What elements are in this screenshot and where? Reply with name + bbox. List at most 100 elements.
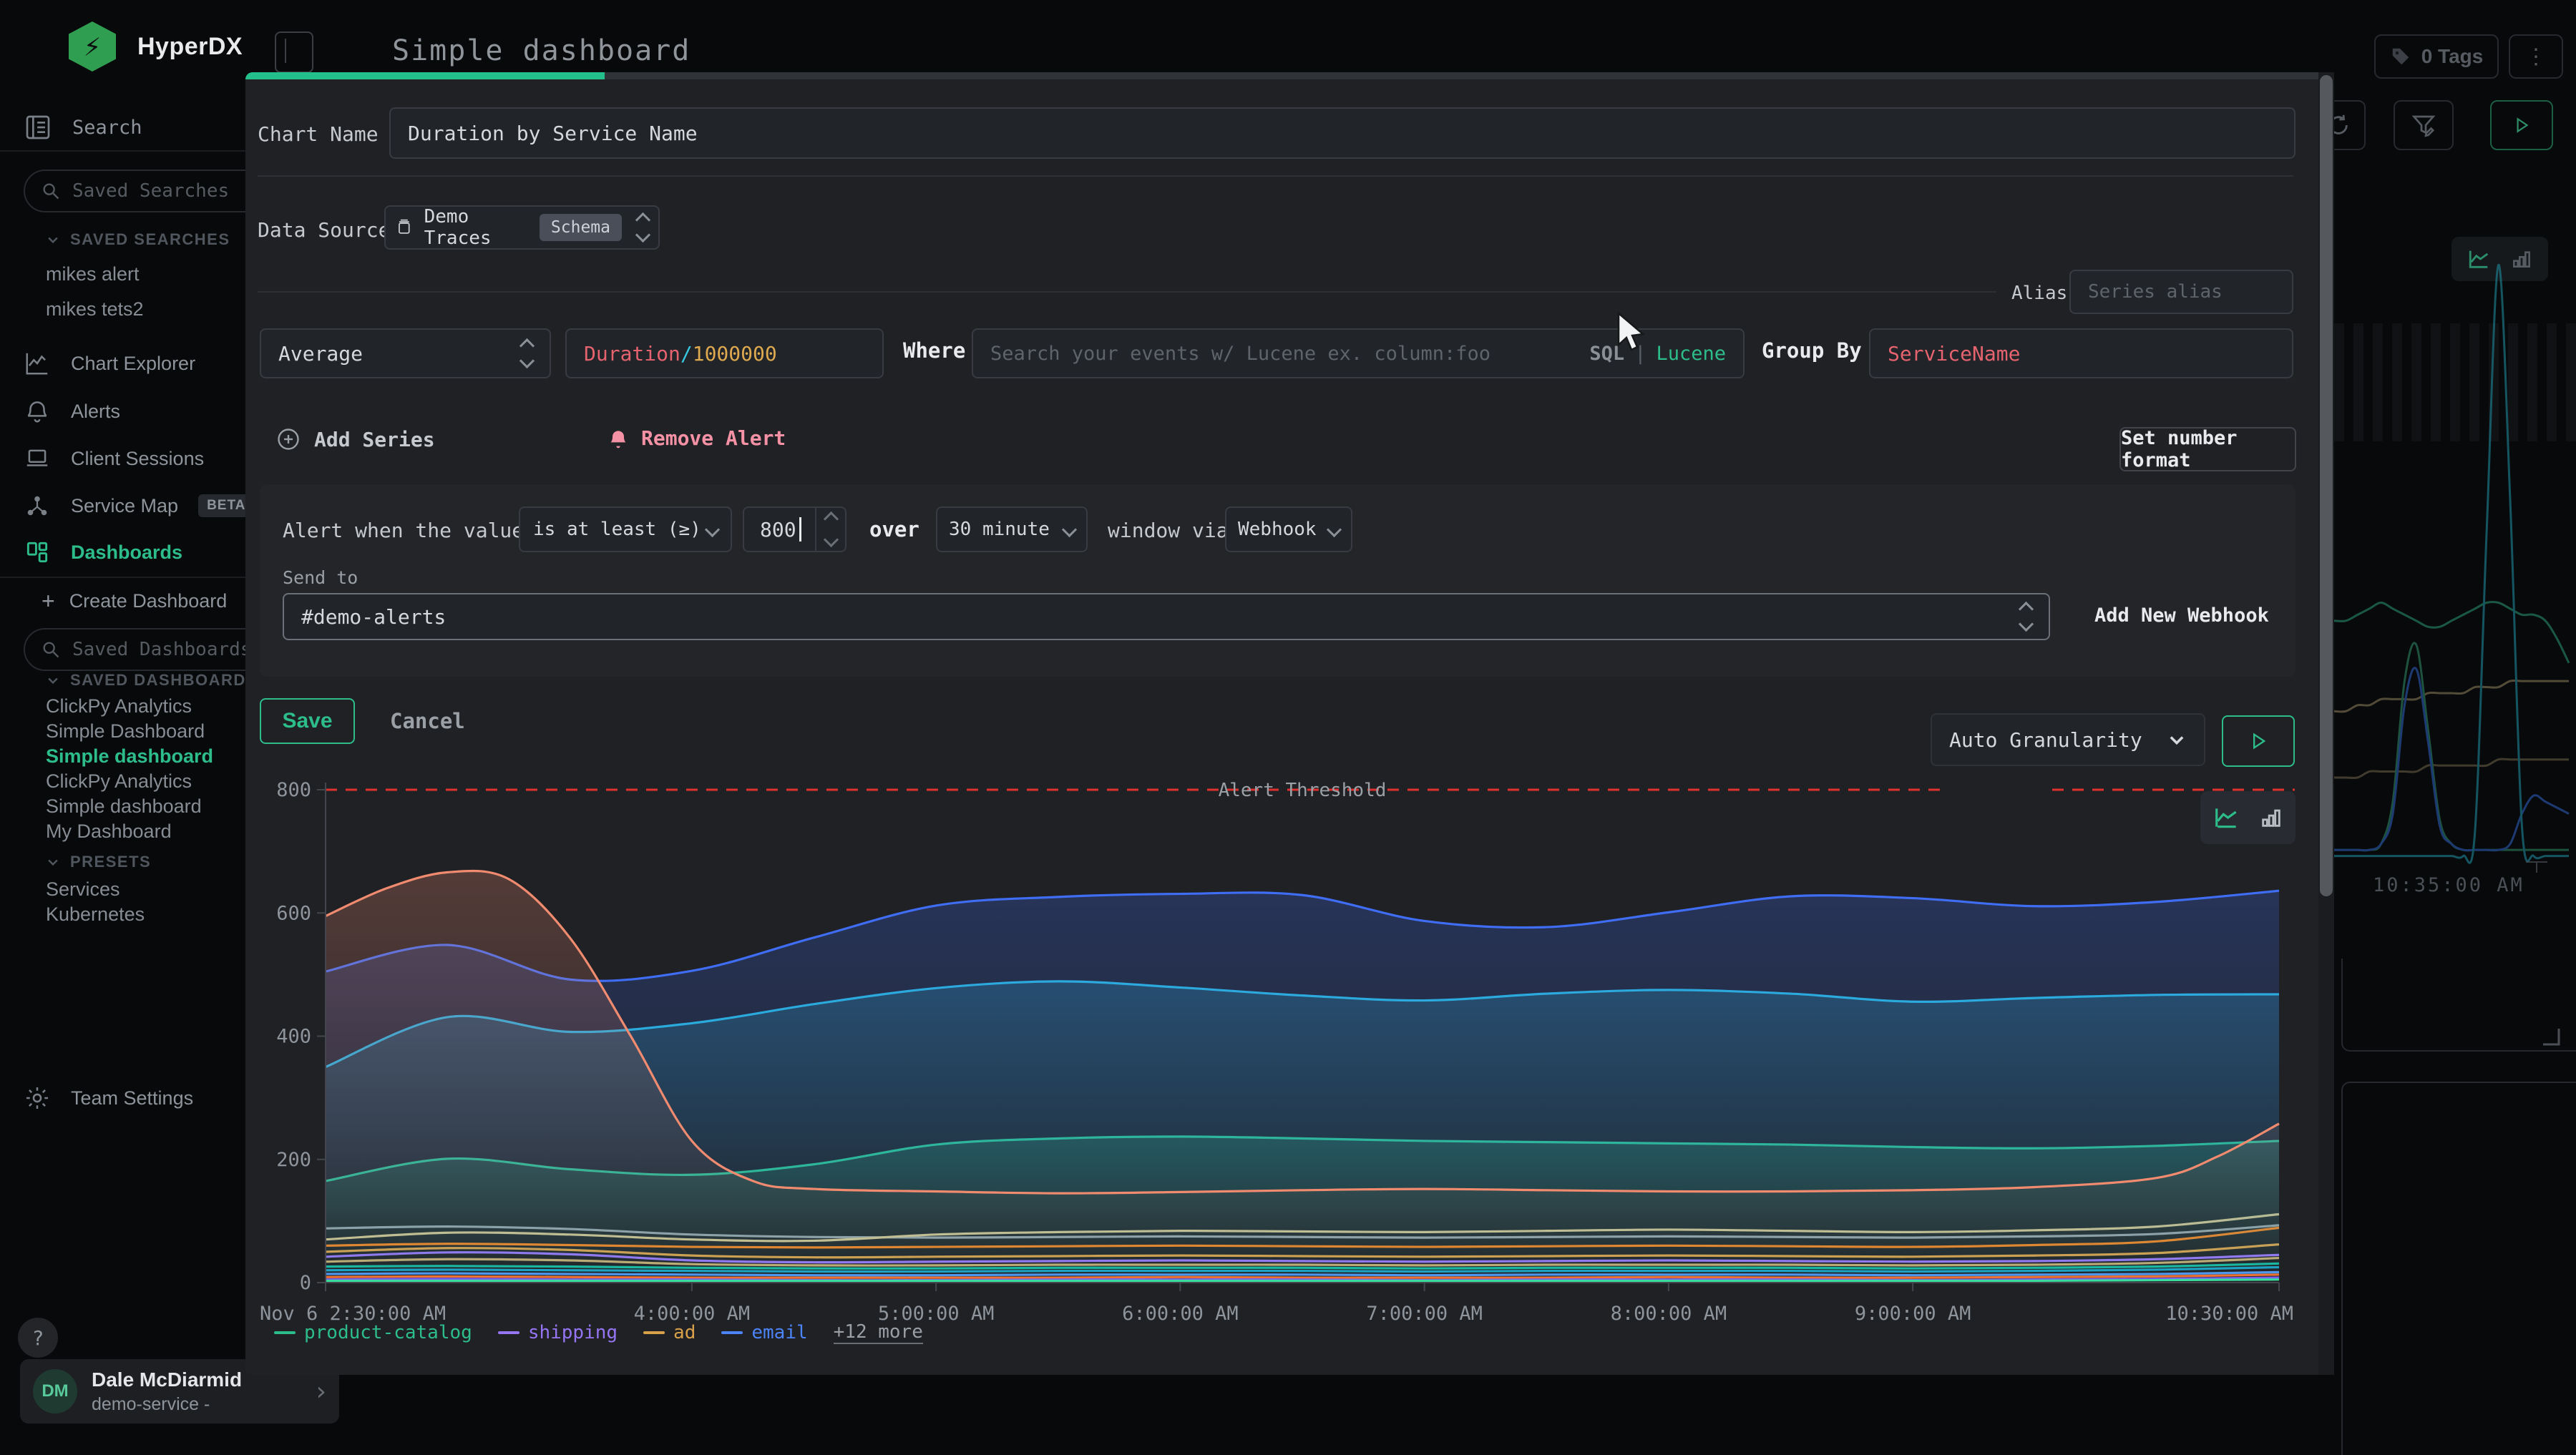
remove-alert-button[interactable]: Remove Alert	[607, 426, 786, 450]
chart-name-input[interactable]: Duration by Service Name	[389, 107, 2296, 159]
data-source-label: Data Source	[258, 218, 390, 242]
saved-searches-placeholder: Saved Searches	[72, 180, 229, 202]
background-panel-next	[2341, 1082, 2576, 1455]
alert-over-label: over	[869, 517, 919, 542]
data-source-select[interactable]: Demo Traces Schema	[384, 205, 660, 250]
where-placeholder: Search your events w/ Lucene ex. column:…	[990, 343, 1491, 365]
field-token: Duration	[584, 342, 680, 366]
modal-scrollbar[interactable]	[2318, 72, 2334, 1375]
text-caret	[799, 517, 801, 542]
sidebar-toggle-button[interactable]	[275, 31, 313, 73]
chart-legend: product-catalog shipping ad email +12 mo…	[274, 1321, 923, 1344]
bell-icon	[607, 427, 630, 450]
tags-button[interactable]: 0 Tags	[2374, 34, 2499, 79]
play-button-dimmed[interactable]	[2490, 100, 2553, 150]
schema-badge: Schema	[540, 214, 622, 241]
user-org: demo-service -	[92, 1394, 242, 1415]
create-dashboard-button[interactable]: + Create Dashboard	[42, 588, 227, 614]
bar-chart-icon	[2510, 248, 2533, 270]
sidebar-item-service-map[interactable]: Service Map BETA	[24, 492, 254, 519]
sidebar-item-dashboards[interactable]: Dashboards	[24, 539, 182, 566]
set-number-format-button[interactable]: Set number format	[2119, 427, 2296, 471]
help-button[interactable]: ?	[18, 1318, 58, 1358]
chevron-down-icon	[46, 232, 60, 247]
dashboard-item[interactable]: Simple Dashboard	[46, 720, 205, 743]
saved-searches-header[interactable]: SAVED SEARCHES	[46, 230, 230, 249]
legend-dash	[274, 1331, 296, 1334]
lucene-toggle[interactable]: Lucene	[1656, 343, 1726, 365]
where-label: Where	[903, 338, 965, 363]
dashboard-item[interactable]: ClickPy Analytics	[46, 770, 192, 793]
alert-channel-select[interactable]: Webhook	[1225, 506, 1352, 552]
plus-icon: +	[42, 588, 55, 614]
add-new-webhook-link[interactable]: Add New Webhook	[2094, 604, 2269, 627]
sidebar: ⚡ HyperDX Search Saved Searches SAVED SE…	[0, 0, 258, 1449]
chart-type-toggle[interactable]	[2200, 791, 2296, 844]
webhook-select[interactable]: #demo-alerts	[283, 593, 2050, 640]
granularity-select[interactable]: Auto Granularity	[1931, 713, 2205, 766]
alias-input[interactable]: Series alias	[2069, 270, 2293, 314]
dashboard-item-active[interactable]: Simple dashboard	[46, 745, 213, 768]
sidebar-item-client-sessions[interactable]: Client Sessions	[24, 445, 204, 472]
filter-button[interactable]	[2394, 100, 2454, 150]
where-search-input[interactable]: Search your events w/ Lucene ex. column:…	[972, 328, 1745, 378]
preset-item[interactable]: Kubernetes	[46, 903, 145, 926]
sql-toggle[interactable]: SQL	[1589, 343, 1624, 365]
scrollbar-thumb[interactable]	[2320, 75, 2333, 896]
sidebar-item-chart-explorer[interactable]: Chart Explorer	[24, 350, 195, 377]
legend-item[interactable]: email	[721, 1322, 807, 1343]
aggregation-select[interactable]: Average	[260, 328, 551, 378]
edit-chart-modal: Chart Name Duration by Service Name Data…	[245, 72, 2318, 1375]
run-chart-button[interactable]	[2222, 715, 2295, 767]
dashboard-item[interactable]: Simple dashboard	[46, 795, 202, 818]
legend-more-link[interactable]: +12 more	[834, 1321, 923, 1344]
chevron-down-icon	[46, 673, 60, 687]
alert-window-select[interactable]: 30 minute	[936, 506, 1088, 552]
search-doc-icon	[24, 113, 52, 142]
field-expression-input[interactable]: Duration/1000000	[565, 328, 884, 378]
saved-search-item[interactable]: mikes alert	[46, 263, 140, 285]
modal-progress-bar	[245, 72, 2318, 79]
avatar: DM	[33, 1369, 77, 1414]
add-series-button[interactable]: Add Series	[275, 426, 435, 452]
bar-chart-icon	[2259, 805, 2283, 830]
legend-item[interactable]: ad	[643, 1322, 696, 1343]
alert-condition-select[interactable]: is at least (≥)	[519, 506, 732, 552]
alert-prefix: Alert when the value	[283, 519, 524, 542]
gear-icon	[24, 1084, 51, 1112]
saved-dashboards-header[interactable]: SAVED DASHBOARDS	[46, 671, 258, 690]
more-menu-button[interactable]: ⋮	[2509, 34, 2563, 79]
legend-item[interactable]: product-catalog	[274, 1322, 472, 1343]
service-map-icon	[24, 492, 51, 519]
presets-header[interactable]: PRESETS	[46, 853, 151, 871]
divisor-token: 1000000	[693, 342, 777, 366]
brand-name: HyperDX	[137, 33, 243, 61]
cancel-button[interactable]: Cancel	[390, 709, 465, 733]
send-to-label: Send to	[283, 567, 358, 588]
group-by-input[interactable]: ServiceName	[1869, 328, 2293, 378]
chevron-down-icon	[705, 521, 720, 537]
legend-item[interactable]: shipping	[498, 1322, 618, 1343]
plus-circle-icon	[275, 426, 301, 452]
resize-handle-icon[interactable]	[2533, 1023, 2565, 1047]
background-chart-toggle[interactable]	[2451, 237, 2548, 281]
saved-search-item[interactable]: mikes tets2	[46, 298, 144, 320]
search-icon	[41, 640, 61, 660]
saved-dashboards-input[interactable]: Saved Dashboards	[24, 628, 273, 671]
sidebar-item-team-settings[interactable]: Team Settings	[24, 1084, 193, 1112]
toggle-pipe: |	[1634, 343, 1646, 365]
preset-item[interactable]: Services	[46, 878, 120, 901]
number-stepper[interactable]	[815, 508, 845, 551]
hyperdx-logo-icon: ⚡	[69, 21, 116, 72]
dashboard-item[interactable]: ClickPy Analytics	[46, 695, 192, 717]
saved-searches-input[interactable]: Saved Searches	[24, 170, 273, 212]
sidebar-item-search[interactable]: Search	[24, 113, 142, 142]
dashboard-item[interactable]: My Dashboard	[46, 820, 172, 843]
alert-threshold-input[interactable]: 800	[743, 506, 847, 552]
select-chevrons-icon	[638, 215, 648, 240]
window-via-label: window via	[1108, 519, 1229, 542]
series-separator	[258, 291, 1996, 293]
save-button[interactable]: Save	[260, 698, 355, 744]
sidebar-item-alerts[interactable]: Alerts	[24, 398, 120, 425]
user-name: Dale McDiarmid	[92, 1368, 242, 1391]
